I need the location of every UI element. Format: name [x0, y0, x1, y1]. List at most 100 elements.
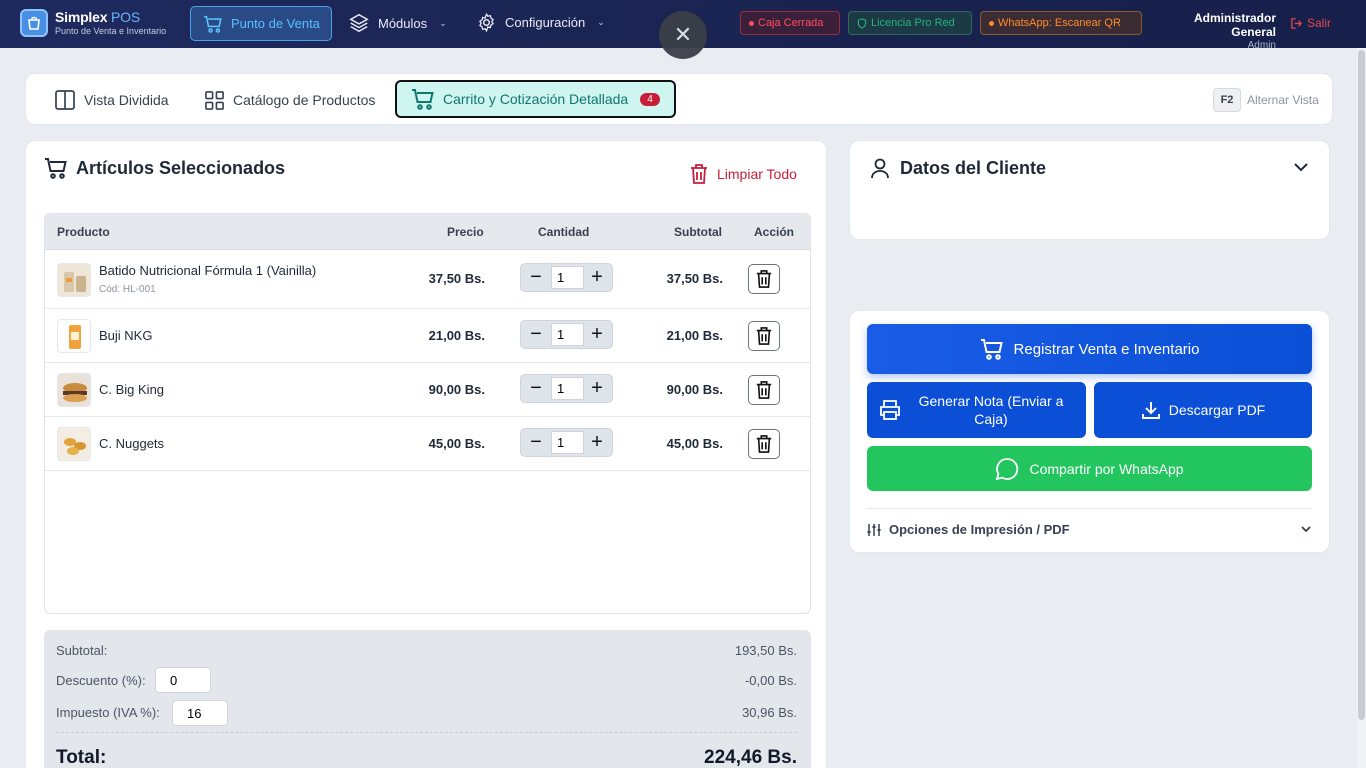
product-price: 45,00 Bs.: [428, 436, 485, 451]
logout-button[interactable]: Salir: [1290, 16, 1331, 30]
brand: Simplex POS Punto de Venta e Inventario: [55, 9, 166, 36]
share-whatsapp-label: Compartir por WhatsApp: [1029, 460, 1184, 477]
product-subtotal: 21,00 Bs.: [666, 328, 723, 343]
quantity-stepper: − +: [520, 320, 613, 349]
sliders-icon: [867, 523, 881, 536]
actions-panel: Registrar Venta e Inventario Generar Not…: [849, 310, 1330, 553]
nav-modules-label: Módulos: [378, 15, 428, 31]
share-whatsapp-button[interactable]: Compartir por WhatsApp: [867, 446, 1312, 491]
printer-icon: [880, 400, 900, 420]
nav-pos-label: Punto de Venta: [231, 16, 320, 31]
totals-panel: Subtotal: 193,50 Bs. Descuento (%): -0,0…: [44, 630, 811, 768]
client-title: Datos del Cliente: [870, 157, 1046, 179]
tab-split-view[interactable]: Vista Dividida: [54, 74, 169, 126]
user-icon: [871, 158, 889, 179]
product-name: C. Big King: [99, 382, 165, 397]
nav-config-menu[interactable]: Configuración ⌄: [476, 12, 605, 33]
chevron-down-icon: ⌄: [439, 17, 447, 28]
download-pdf-button[interactable]: Descargar PDF: [1094, 382, 1312, 438]
increment-button[interactable]: +: [583, 264, 611, 291]
tab-cart[interactable]: Carrito y Cotización Detallada 4: [395, 80, 676, 118]
col-qty: Cantidad: [538, 225, 590, 239]
divider: [56, 732, 797, 733]
product-subtotal: 37,50 Bs.: [666, 271, 723, 286]
table-row: Batido Nutricional Fórmula 1 (Vainilla) …: [45, 250, 810, 309]
generate-note-button[interactable]: Generar Nota (Enviar a Caja): [867, 382, 1086, 438]
increment-button[interactable]: +: [583, 375, 611, 402]
register-sale-button[interactable]: Registrar Venta e Inventario: [867, 324, 1312, 374]
product-thumbnail: [57, 373, 91, 407]
subtotal-value: 193,50 Bs.: [734, 643, 797, 658]
cash-status-label: Caja Cerrada: [758, 17, 824, 29]
tax-input[interactable]: [172, 700, 228, 726]
remove-item-button[interactable]: [748, 264, 780, 294]
tab-split-label: Vista Dividida: [84, 92, 169, 108]
scrollbar-thumb[interactable]: [1358, 50, 1365, 720]
nav-pos-button[interactable]: Punto de Venta: [190, 6, 332, 41]
license-label: Licencia Pro Red: [871, 17, 955, 29]
nav-config-label: Configuración: [505, 15, 586, 30]
user-role: Admin: [1247, 40, 1276, 51]
discount-input[interactable]: [155, 667, 211, 693]
col-product: Producto: [57, 225, 110, 239]
print-options-toggle[interactable]: Opciones de Impresión / PDF: [867, 508, 1312, 537]
product-name: Buji NKG: [99, 328, 153, 343]
increment-button[interactable]: +: [583, 321, 611, 348]
tab-cart-label: Carrito y Cotización Detallada: [443, 91, 629, 107]
license-badge[interactable]: Licencia Pro Red: [848, 11, 972, 35]
clear-all-button[interactable]: Limpiar Todo: [689, 163, 797, 185]
chevron-down-icon[interactable]: [1293, 159, 1309, 178]
quantity-stepper: − +: [520, 374, 613, 403]
col-price: Precio: [447, 225, 484, 239]
quantity-input[interactable]: [551, 266, 584, 289]
chat-bubble-icon: [996, 457, 1019, 480]
tab-catalog-label: Catálogo de Productos: [233, 92, 376, 108]
tab-catalog[interactable]: Catálogo de Productos: [204, 74, 375, 126]
decrement-button[interactable]: −: [522, 321, 550, 348]
total-value: 224,46 Bs.: [704, 747, 797, 768]
remove-item-button[interactable]: [748, 321, 780, 351]
nav-modules-menu[interactable]: Módulos ⌄: [348, 12, 447, 34]
product-subtotal: 90,00 Bs.: [666, 382, 723, 397]
status-dot-icon: [749, 20, 754, 26]
trash-icon: [756, 327, 772, 345]
download-icon: [1141, 402, 1160, 419]
decrement-button[interactable]: −: [522, 264, 550, 291]
cart-table: Producto Precio Cantidad Subtotal Acción…: [44, 213, 811, 614]
table-row: C. Nuggets 45,00 Bs. − + 45,00 Bs.: [45, 417, 810, 471]
cart-title-label: Artículos Seleccionados: [76, 157, 286, 178]
cart-icon: [45, 158, 67, 179]
product-name: C. Nuggets: [99, 436, 165, 451]
total-label: Total:: [56, 747, 107, 768]
remove-item-button[interactable]: [748, 375, 780, 405]
whatsapp-status-badge[interactable]: WhatsApp: Escanear QR: [980, 11, 1142, 35]
app-logo-icon: [20, 9, 48, 37]
page-scrollbar[interactable]: [1357, 48, 1366, 768]
quantity-input[interactable]: [551, 323, 584, 346]
generate-note-label: Generar Nota (Enviar a Caja): [918, 393, 1064, 427]
quantity-stepper: − +: [520, 428, 613, 457]
close-icon: ✕: [673, 22, 693, 47]
decrement-button[interactable]: −: [522, 429, 550, 456]
table-row: Buji NKG 21,00 Bs. − + 21,00 Bs.: [45, 309, 810, 363]
trash-icon: [756, 381, 772, 399]
product-code: Cód: HL-001: [99, 284, 156, 295]
cart-title: Artículos Seleccionados: [44, 157, 285, 179]
logout-label: Salir: [1307, 16, 1332, 30]
increment-button[interactable]: +: [583, 429, 611, 456]
register-sale-label: Registrar Venta e Inventario: [1013, 340, 1200, 358]
client-panel[interactable]: Datos del Cliente: [849, 140, 1330, 240]
trash-icon: [756, 270, 772, 288]
quantity-input[interactable]: [551, 377, 584, 400]
cart-icon: [204, 15, 222, 33]
product-thumbnail: [57, 319, 91, 353]
quantity-input[interactable]: [551, 431, 584, 454]
toggle-view-label[interactable]: Alternar Vista: [1247, 93, 1319, 107]
cash-status-badge[interactable]: Caja Cerrada: [740, 11, 840, 35]
gear-icon: [479, 12, 494, 33]
columns-icon: [55, 90, 75, 110]
remove-item-button[interactable]: [748, 429, 780, 459]
view-tabs: Vista Dividida Catálogo de Productos Car…: [25, 73, 1333, 125]
close-button[interactable]: ✕: [659, 11, 707, 59]
decrement-button[interactable]: −: [522, 375, 550, 402]
